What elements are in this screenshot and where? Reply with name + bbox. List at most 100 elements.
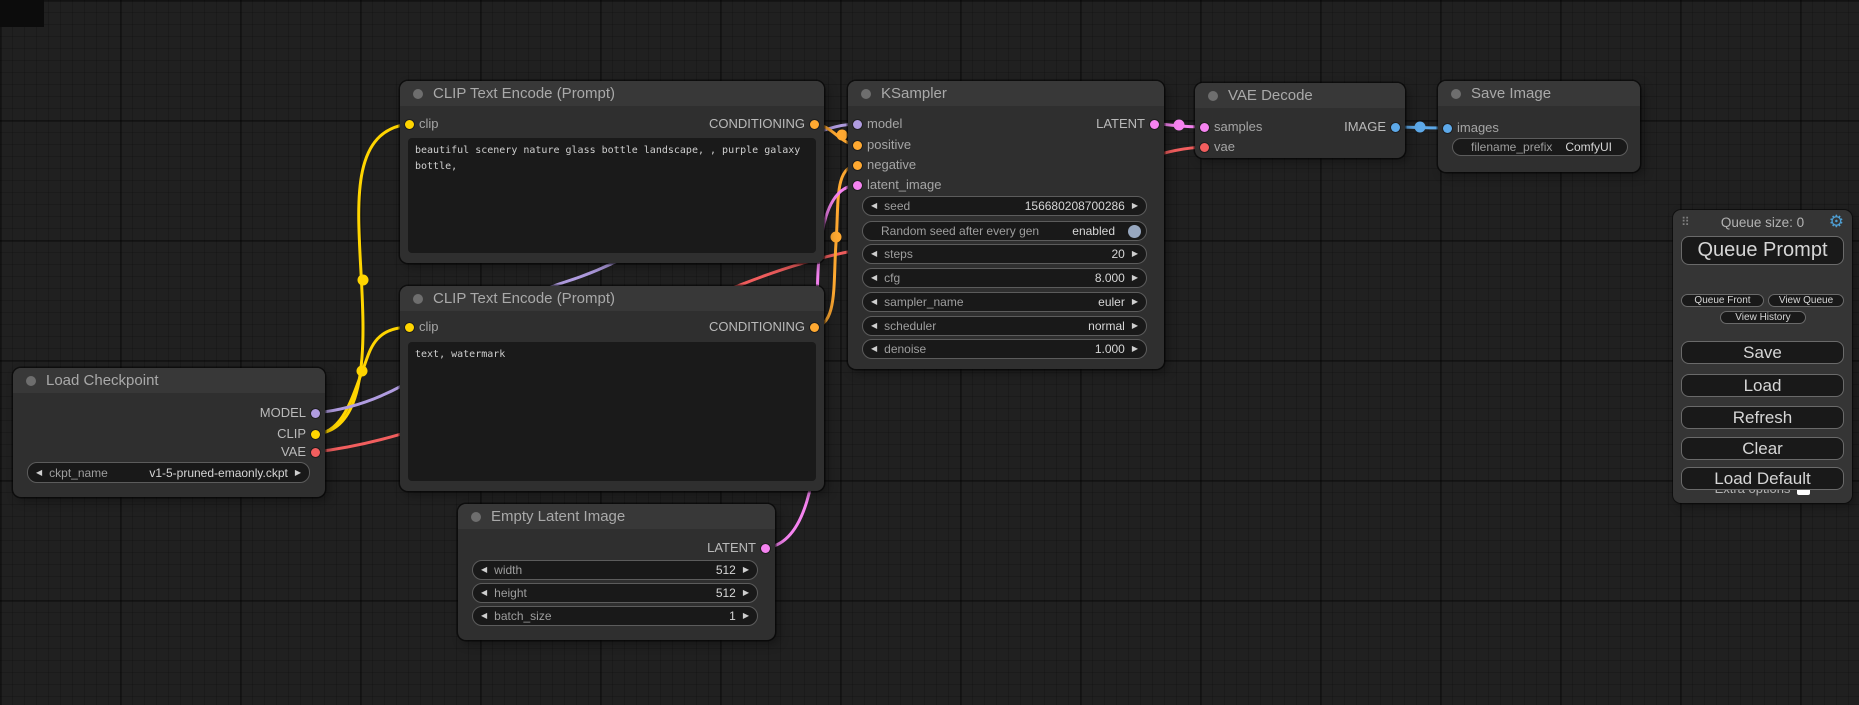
right-arrow-icon[interactable]: ▶ [743,612,749,620]
right-arrow-icon[interactable]: ▶ [743,589,749,597]
widget-value: 156680208700286 [1025,199,1125,213]
steps-widget[interactable]: ◀ steps 20 ▶ [862,244,1147,264]
output-port-image[interactable] [1391,123,1400,132]
collapse-dot-icon[interactable] [1208,91,1218,101]
collapse-dot-icon[interactable] [26,376,36,386]
input-port-latent-image[interactable] [853,181,862,190]
right-arrow-icon[interactable]: ▶ [1132,274,1138,282]
output-port-clip[interactable] [311,430,320,439]
filename-prefix-widget[interactable]: filename_prefix ComfyUI [1452,138,1628,156]
input-port-negative[interactable] [853,161,862,170]
left-arrow-icon[interactable]: ◀ [871,274,877,282]
view-queue-button[interactable]: View Queue [1768,294,1844,307]
random-seed-toggle-widget[interactable]: Random seed after every gen enabled [862,221,1147,241]
node-title-bar[interactable]: VAE Decode [1195,83,1405,108]
ckpt-name-widget[interactable]: ◀ ckpt_name v1-5-pruned-emaonly.ckpt ▶ [27,462,310,483]
output-port-conditioning[interactable] [810,323,819,332]
load-default-button[interactable]: Load Default [1681,467,1844,490]
right-arrow-icon[interactable]: ▶ [1132,298,1138,306]
widget-label: width [494,563,522,577]
widget-label: Random seed after every gen [881,224,1039,238]
input-port-clip[interactable] [405,323,414,332]
save-button[interactable]: Save [1681,341,1844,364]
prompt-textarea[interactable]: beautiful scenery nature glass bottle la… [408,138,816,253]
node-title-bar[interactable]: CLIP Text Encode (Prompt) [400,81,824,106]
node-clip-text-encode-positive[interactable]: CLIP Text Encode (Prompt) clip CONDITION… [400,81,824,263]
queue-prompt-button[interactable]: Queue Prompt [1681,236,1844,265]
left-arrow-icon[interactable]: ◀ [481,589,487,597]
collapse-dot-icon[interactable] [413,294,423,304]
widget-label: steps [884,247,913,261]
collapse-dot-icon[interactable] [471,512,481,522]
right-arrow-icon[interactable]: ▶ [1132,322,1138,330]
input-port-samples[interactable] [1200,123,1209,132]
left-arrow-icon[interactable]: ◀ [871,322,877,330]
input-port-positive[interactable] [853,141,862,150]
collapse-dot-icon[interactable] [413,89,423,99]
queue-front-button[interactable]: Queue Front [1681,294,1764,307]
width-widget[interactable]: ◀ width 512 ▶ [472,560,758,580]
view-history-button[interactable]: View History [1720,311,1806,324]
widget-value: 8.000 [1095,271,1125,285]
node-title-bar[interactable]: CLIP Text Encode (Prompt) [400,286,824,311]
right-arrow-icon[interactable]: ▶ [1132,202,1138,210]
left-arrow-icon[interactable]: ◀ [871,202,877,210]
denoise-widget[interactable]: ◀ denoise 1.000 ▶ [862,339,1147,359]
left-arrow-icon[interactable]: ◀ [481,566,487,574]
settings-gear-icon[interactable]: ⚙ [1829,212,1844,232]
node-clip-text-encode-negative[interactable]: CLIP Text Encode (Prompt) clip CONDITION… [400,286,824,491]
batch-size-widget[interactable]: ◀ batch_size 1 ▶ [472,606,758,626]
right-arrow-icon[interactable]: ▶ [743,566,749,574]
link-dot-clip-positive [358,275,369,286]
node-title-bar[interactable]: KSampler [848,81,1164,106]
output-port-vae[interactable] [311,448,320,457]
collapse-dot-icon[interactable] [861,89,871,99]
node-load-checkpoint[interactable]: Load Checkpoint MODEL CLIP VAE ◀ ckpt_na… [13,368,325,497]
left-arrow-icon[interactable]: ◀ [871,345,877,353]
output-port-latent[interactable] [1150,120,1159,129]
input-port-vae[interactable] [1200,143,1209,152]
sampler-name-widget[interactable]: ◀ sampler_name euler ▶ [862,292,1147,312]
prompt-textarea[interactable]: text, watermark [408,342,816,481]
widget-value: ComfyUI [1565,140,1612,154]
seed-widget[interactable]: ◀ seed 156680208700286 ▶ [862,196,1147,216]
node-graph-canvas[interactable]: Load Checkpoint MODEL CLIP VAE ◀ ckpt_na… [0,0,1859,705]
link-dot-conditioning-negative [831,232,842,243]
load-button[interactable]: Load [1681,374,1844,397]
left-arrow-icon[interactable]: ◀ [871,250,877,258]
node-title-bar[interactable]: Load Checkpoint [13,368,325,393]
output-port-latent[interactable] [761,544,770,553]
output-label-latent: LATENT [1096,116,1145,132]
input-port-clip[interactable] [405,120,414,129]
node-vae-decode[interactable]: VAE Decode samples vae IMAGE [1195,83,1405,158]
left-arrow-icon[interactable]: ◀ [481,612,487,620]
node-empty-latent-image[interactable]: Empty Latent Image LATENT ◀ width 512 ▶ … [458,504,775,640]
input-label-positive: positive [867,137,911,153]
input-port-images[interactable] [1443,124,1452,133]
height-widget[interactable]: ◀ height 512 ▶ [472,583,758,603]
node-title-bar[interactable]: Save Image [1438,81,1640,106]
toggle-dot-icon[interactable] [1128,225,1141,238]
queue-panel: ⠿ Queue size: 0 ⚙ Queue Prompt Extra opt… [1673,210,1852,503]
widget-label: ckpt_name [49,466,108,480]
link-dot-latent-samples [1174,120,1185,131]
left-arrow-icon[interactable]: ◀ [871,298,877,306]
output-port-conditioning[interactable] [810,120,819,129]
clear-button[interactable]: Clear [1681,437,1844,460]
cfg-widget[interactable]: ◀ cfg 8.000 ▶ [862,268,1147,288]
scheduler-widget[interactable]: ◀ scheduler normal ▶ [862,316,1147,336]
node-title: CLIP Text Encode (Prompt) [433,85,615,102]
input-port-model[interactable] [853,120,862,129]
widget-label: denoise [884,342,926,356]
node-title-bar[interactable]: Empty Latent Image [458,504,775,529]
collapse-dot-icon[interactable] [1451,89,1461,99]
right-arrow-icon[interactable]: ▶ [295,469,301,477]
output-port-model[interactable] [311,409,320,418]
left-arrow-icon[interactable]: ◀ [36,469,42,477]
output-label-image: IMAGE [1344,119,1386,135]
node-save-image[interactable]: Save Image images filename_prefix ComfyU… [1438,81,1640,172]
refresh-button[interactable]: Refresh [1681,406,1844,429]
right-arrow-icon[interactable]: ▶ [1132,250,1138,258]
right-arrow-icon[interactable]: ▶ [1132,345,1138,353]
node-ksampler[interactable]: KSampler model positive negative latent_… [848,81,1164,369]
